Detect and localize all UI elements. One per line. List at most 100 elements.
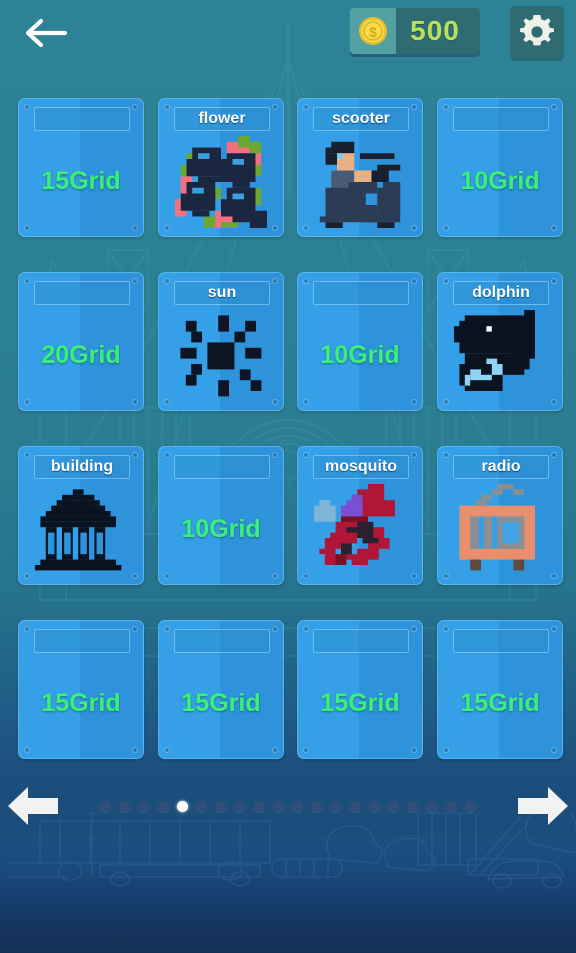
- page-dot-active[interactable]: [176, 800, 188, 812]
- card-body: 15Grid: [19, 135, 143, 228]
- locked-level-card[interactable]: 15Grid: [158, 620, 284, 759]
- locked-level-card[interactable]: 10Grid: [297, 272, 423, 411]
- prev-page-button[interactable]: [2, 778, 64, 834]
- building-pixel-art: [35, 488, 122, 570]
- level-card[interactable]: radio: [437, 446, 563, 585]
- page-dot[interactable]: [311, 800, 323, 812]
- sun-pixel-art: [180, 314, 262, 396]
- page-dot[interactable]: [138, 800, 150, 812]
- locked-level-card[interactable]: 15Grid: [18, 98, 144, 237]
- back-button[interactable]: [18, 8, 74, 58]
- screw-icon: [24, 452, 30, 458]
- card-body: [298, 483, 422, 576]
- card-row: 20Grid sun 10Grid dolphin: [0, 272, 576, 412]
- next-page-button[interactable]: [512, 778, 574, 834]
- screw-icon: [272, 452, 278, 458]
- card-body: 10Grid: [438, 135, 562, 228]
- screw-icon: [443, 452, 449, 458]
- card-title-bar: [313, 629, 409, 653]
- page-dot[interactable]: [157, 800, 169, 812]
- page-dot[interactable]: [215, 800, 227, 812]
- page-dot[interactable]: [272, 800, 284, 812]
- card-title: mosquito: [325, 458, 397, 475]
- page-dot[interactable]: [388, 800, 400, 812]
- card-title-bar: [34, 107, 130, 131]
- card-title-bar: sun: [174, 281, 270, 305]
- page-dot[interactable]: [349, 800, 361, 812]
- screw-icon: [272, 278, 278, 284]
- card-row: building 10Grid mosquito radio: [0, 446, 576, 586]
- screw-icon: [24, 626, 30, 632]
- page-dot[interactable]: [407, 800, 419, 812]
- card-title-bar: radio: [453, 455, 549, 479]
- screw-icon: [303, 626, 309, 632]
- level-card[interactable]: dolphin: [437, 272, 563, 411]
- settings-button[interactable]: [510, 6, 564, 58]
- screw-icon: [411, 452, 417, 458]
- page-dot[interactable]: [234, 800, 246, 812]
- page-dot[interactable]: [119, 800, 131, 812]
- card-title: radio: [481, 458, 521, 475]
- arrow-right-icon: [518, 787, 568, 825]
- screw-icon: [551, 278, 557, 284]
- card-title: scooter: [332, 110, 390, 127]
- card-grid-size-label: 20Grid: [41, 341, 121, 369]
- coin-amount: 500: [410, 15, 460, 46]
- level-card[interactable]: scooter: [297, 98, 423, 237]
- arrow-left-icon: [8, 787, 58, 825]
- page-dot[interactable]: [196, 800, 208, 812]
- card-grid-size-label: 10Grid: [460, 167, 540, 195]
- card-body: [159, 309, 283, 402]
- screw-icon: [132, 626, 138, 632]
- locked-level-card[interactable]: 15Grid: [437, 620, 563, 759]
- screw-icon: [443, 278, 449, 284]
- page-dot[interactable]: [368, 800, 380, 812]
- page-dot[interactable]: [253, 800, 265, 812]
- card-title-bar: building: [34, 455, 130, 479]
- card-title: dolphin: [472, 284, 530, 301]
- dolphin-pixel-art: [454, 309, 535, 391]
- locked-level-card[interactable]: 10Grid: [158, 446, 284, 585]
- page-dot[interactable]: [100, 800, 111, 812]
- card-body: 15Grid: [298, 657, 422, 750]
- card-title: sun: [207, 284, 237, 301]
- screw-icon: [164, 626, 170, 632]
- page-dot[interactable]: [292, 800, 304, 812]
- card-body: 10Grid: [159, 483, 283, 576]
- screw-icon: [164, 104, 170, 110]
- card-body: [19, 483, 143, 576]
- flower-pixel-art: [175, 135, 267, 228]
- card-grid-size-label: 15Grid: [181, 689, 261, 717]
- screw-icon: [443, 104, 449, 110]
- card-title-bar: [174, 455, 270, 479]
- gear-icon: [520, 14, 554, 46]
- card-grid-size-label: 10Grid: [181, 515, 261, 543]
- page-dot[interactable]: [330, 800, 342, 812]
- card-body: [438, 483, 562, 576]
- locked-level-card[interactable]: 15Grid: [297, 620, 423, 759]
- card-row: 15Grid flower scooter 10Grid: [0, 98, 576, 238]
- level-card[interactable]: mosquito: [297, 446, 423, 585]
- page-dot[interactable]: [445, 800, 457, 812]
- card-grid-size-label: 15Grid: [41, 689, 121, 717]
- screw-icon: [164, 452, 170, 458]
- page-dot[interactable]: [426, 800, 438, 812]
- locked-level-card[interactable]: 10Grid: [437, 98, 563, 237]
- card-title: flower: [198, 110, 246, 127]
- radio-pixel-art: [459, 483, 535, 570]
- coin-icon-cell: $: [350, 8, 396, 54]
- screw-icon: [303, 104, 309, 110]
- screw-icon: [411, 104, 417, 110]
- card-grid-size-label: 15Grid: [41, 167, 121, 195]
- card-grid-size-label: 10Grid: [320, 341, 400, 369]
- screw-icon: [303, 278, 309, 284]
- card-title: building: [50, 458, 114, 475]
- coin-counter[interactable]: $ 500: [350, 8, 480, 54]
- page-dot[interactable]: [464, 800, 476, 812]
- locked-level-card[interactable]: 15Grid: [18, 620, 144, 759]
- level-card[interactable]: flower: [158, 98, 284, 237]
- arrow-left-icon: [25, 18, 68, 48]
- locked-level-card[interactable]: 20Grid: [18, 272, 144, 411]
- level-card[interactable]: building: [18, 446, 144, 585]
- level-card[interactable]: sun: [158, 272, 284, 411]
